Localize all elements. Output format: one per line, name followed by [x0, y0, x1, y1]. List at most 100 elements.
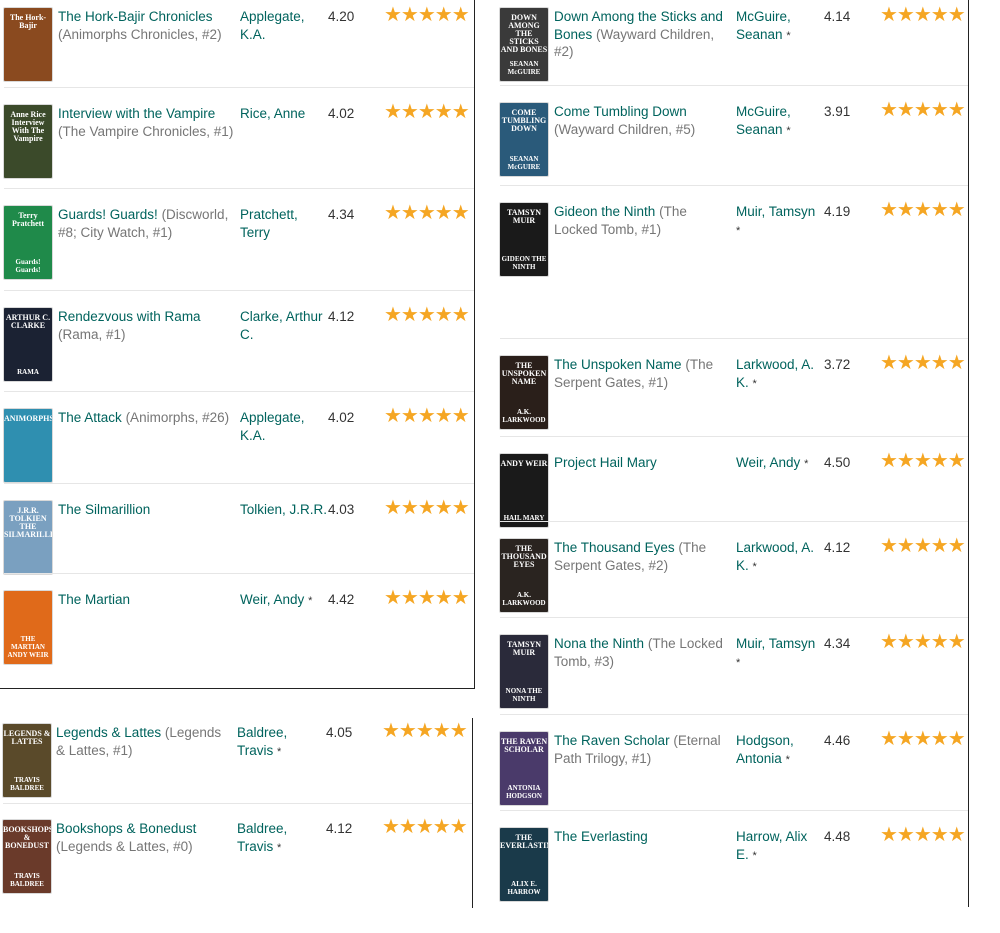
author-cell: Baldree, Travis * — [237, 724, 325, 761]
average-rating: 4.48 — [824, 829, 851, 844]
book-title-link[interactable]: Come Tumbling Down — [554, 104, 687, 119]
cover-author-text: Guards! Guards! — [15, 258, 41, 274]
star-rating-widget[interactable]: ★★★★★ — [384, 405, 470, 427]
author-cell: Pratchett, Terry — [240, 206, 328, 243]
book-row: LEGENDS & LATTES TRAVIS BALDREE Legends & … — [3, 716, 473, 804]
author-link[interactable]: Harrow, Alix E. — [736, 829, 807, 862]
book-title-link[interactable]: The Unspoken Name — [554, 357, 682, 372]
book-title-link[interactable]: Rendezvous with Rama — [58, 309, 201, 324]
book-title-link[interactable]: The Martian — [58, 592, 130, 607]
author-link[interactable]: McGuire, Seanan — [736, 9, 791, 42]
book-cover-image[interactable]: TAMSYN MUIR NONA THE NINTH — [500, 635, 548, 708]
average-rating: 4.46 — [824, 733, 851, 748]
average-rating: 3.91 — [824, 104, 851, 119]
average-rating: 4.02 — [328, 410, 355, 425]
goodreads-author-marker: * — [277, 745, 282, 758]
book-title-link[interactable]: The Hork-Bajir Chronicles — [58, 9, 213, 24]
book-cover-image[interactable]: THE UNSPOKEN NAME A.K. LARKWOOD — [500, 356, 548, 429]
book-cover-image[interactable]: THE RAVEN SCHOLAR ANTONIA HODGSON — [500, 732, 548, 805]
book-series: (Legends & Lattes, #0) — [56, 838, 193, 854]
book-cover-image[interactable]: ANDY WEIR HAIL MARY — [500, 454, 548, 527]
star-rating-widget[interactable]: ★★★★★ — [880, 824, 966, 846]
author-link[interactable]: Clarke, Arthur C. — [240, 309, 323, 342]
book-cover-image[interactable]: ANIMORPHS — [4, 409, 52, 482]
book-title-cell: Interview with the Vampire (The Vampire … — [58, 105, 234, 140]
book-title-link[interactable]: Nona the Ninth — [554, 636, 644, 651]
author-link[interactable]: McGuire, Seanan — [736, 104, 791, 137]
star-rating-widget[interactable]: ★★★★★ — [880, 728, 966, 750]
cover-text: COME TUMBLING DOWN — [501, 108, 547, 133]
book-title-link[interactable]: The Everlasting — [554, 829, 648, 844]
book-cover-image[interactable]: LEGENDS & LATTES TRAVIS BALDREE — [3, 724, 51, 797]
book-row: THE EVERLASTING ALIX E. HARROW The Everlas… — [500, 820, 968, 908]
book-cover-image[interactable]: Terry Pratchett Guards! Guards! — [4, 206, 52, 279]
star-rating-widget[interactable]: ★★★★★ — [880, 535, 966, 557]
author-link[interactable]: Larkwood, A. K. — [736, 540, 814, 573]
author-link[interactable]: Muir, Tamsyn — [736, 636, 815, 651]
book-title-link[interactable]: Interview with the Vampire — [58, 106, 215, 121]
book-title-link[interactable]: Legends & Lattes — [56, 725, 161, 740]
star-rating-widget[interactable]: ★★★★★ — [880, 450, 966, 472]
star-rating-widget[interactable]: ★★★★★ — [384, 101, 470, 123]
author-link[interactable]: Pratchett, Terry — [240, 207, 298, 240]
cover-text: ARTHUR C. CLARKE — [5, 313, 51, 330]
book-cover-image[interactable]: DOWN AMONG THE STICKS AND BONES SEANAN Mc… — [500, 8, 548, 81]
star-rating-widget[interactable]: ★★★★★ — [382, 720, 468, 742]
book-cover-image[interactable]: THE EVERLASTING ALIX E. HARROW — [500, 828, 548, 901]
star-rating-widget[interactable]: ★★★★★ — [880, 199, 966, 221]
cover-text: TAMSYN MUIR — [506, 640, 542, 657]
book-cover-image[interactable]: TAMSYN MUIR GIDEON THE NINTH — [500, 203, 548, 276]
book-title-link[interactable]: Bookshops & Bonedust — [56, 821, 196, 836]
author-link[interactable]: Applegate, K.A. — [240, 410, 305, 443]
book-title-link[interactable]: The Silmarillion — [58, 502, 150, 517]
book-title-cell: The Raven Scholar (Eternal Path Trilogy,… — [554, 732, 730, 767]
book-title-link[interactable]: Guards! Guards! — [58, 207, 158, 222]
cover-text: J.R.R. TOLKIEN THE SILMARILLION — [4, 506, 52, 539]
author-link[interactable]: Larkwood, A. K. — [736, 357, 814, 390]
book-title-link[interactable]: The Attack — [58, 410, 122, 425]
book-title-link[interactable]: Gideon the Ninth — [554, 204, 655, 219]
average-rating: 4.12 — [328, 309, 355, 324]
author-link[interactable]: Applegate, K.A. — [240, 9, 305, 42]
author-link[interactable]: Weir, Andy — [240, 592, 304, 607]
book-cover-image[interactable]: COME TUMBLING DOWN SEANAN McGUIRE — [500, 103, 548, 176]
book-title-link[interactable]: The Thousand Eyes — [554, 540, 675, 555]
book-title-cell: The Martian — [58, 591, 234, 609]
star-rating-widget[interactable]: ★★★★★ — [880, 631, 966, 653]
author-link[interactable]: Rice, Anne — [240, 106, 305, 121]
book-cover-image[interactable]: The Hork-Bajir — [4, 8, 52, 81]
book-title-link[interactable]: The Raven Scholar — [554, 733, 670, 748]
author-link[interactable]: Muir, Tamsyn — [736, 204, 815, 219]
author-cell: Applegate, K.A. — [240, 8, 328, 45]
star-rating-widget[interactable]: ★★★★★ — [880, 4, 966, 26]
book-cover-image[interactable]: BOOKSHOPS & BONEDUST TRAVIS BALDREE — [3, 820, 51, 893]
goodreads-author-marker: * — [786, 29, 791, 42]
book-row: The Hork-Bajir The Hork-Bajir Chronicles … — [4, 0, 474, 88]
star-rating-widget[interactable]: ★★★★★ — [384, 497, 470, 519]
book-cover-image[interactable]: J.R.R. TOLKIEN THE SILMARILLION — [4, 501, 52, 574]
book-row: THE THOUSAND EYES A.K. LARKWOOD The Thousa… — [500, 531, 968, 618]
star-rating-widget[interactable]: ★★★★★ — [384, 587, 470, 609]
book-cover-image[interactable]: THE MARTIAN ANDY WEIR — [4, 591, 52, 664]
average-rating: 4.42 — [328, 592, 355, 607]
book-title-cell: Project Hail Mary — [554, 454, 730, 472]
author-link[interactable]: Tolkien, J.R.R. — [240, 502, 327, 517]
book-row: ANIMORPHS The Attack (Animorphs, #26) Appl… — [4, 401, 474, 484]
star-rating-widget[interactable]: ★★★★★ — [382, 816, 468, 838]
star-rating-widget[interactable]: ★★★★★ — [880, 99, 966, 121]
star-rating-widget[interactable]: ★★★★★ — [384, 202, 470, 224]
star-rating-widget[interactable]: ★★★★★ — [880, 352, 966, 374]
cover-text: ANDY WEIR — [500, 459, 548, 468]
book-cover-image[interactable]: Anne Rice Interview With The Vampire — [4, 105, 52, 178]
author-link[interactable]: Weir, Andy — [736, 455, 800, 470]
star-rating-widget[interactable]: ★★★★★ — [384, 4, 470, 26]
book-series: (Rama, #1) — [58, 326, 126, 342]
book-cover-image[interactable]: THE THOUSAND EYES A.K. LARKWOOD — [500, 539, 548, 612]
book-row: COME TUMBLING DOWN SEANAN McGUIRE Come Tum… — [500, 95, 968, 186]
book-row: J.R.R. TOLKIEN THE SILMARILLION The Silma… — [4, 493, 474, 574]
star-rating-widget[interactable]: ★★★★★ — [384, 304, 470, 326]
book-title-link[interactable]: Project Hail Mary — [554, 455, 657, 470]
author-cell: Rice, Anne — [240, 105, 328, 125]
book-cover-image[interactable]: ARTHUR C. CLARKE RAMA — [4, 308, 52, 381]
book-row: BOOKSHOPS & BONEDUST TRAVIS BALDREE Booksh… — [3, 812, 473, 900]
